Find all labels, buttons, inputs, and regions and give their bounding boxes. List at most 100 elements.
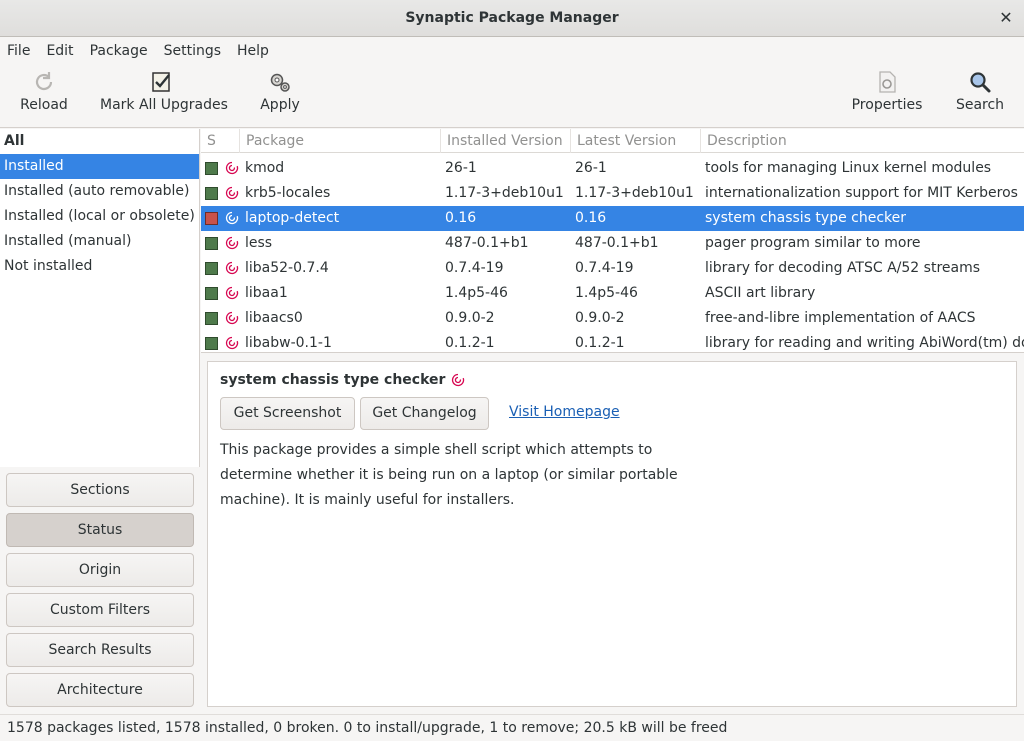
package-name: less [245, 235, 273, 251]
menu-package[interactable]: Package [90, 43, 148, 59]
installed-status-icon[interactable] [205, 287, 218, 300]
mark-all-upgrades-button[interactable]: Mark All Upgrades [100, 70, 228, 124]
latest-version: 0.7.4-19 [575, 260, 634, 276]
package-description: system chassis type checker [705, 210, 907, 226]
search-results-button[interactable]: Search Results [6, 633, 194, 667]
column-header-status[interactable]: S [201, 129, 240, 153]
table-row[interactable]: laptop-detect 0.16 0.16 system chassis type… [201, 206, 1024, 231]
debian-icon [225, 211, 239, 225]
package-name: laptop-detect [245, 210, 340, 226]
latest-version: 0.1.2-1 [575, 335, 625, 351]
filter-installed[interactable]: Installed [0, 154, 199, 179]
toolbar: Reload Mark All Upgrades Apply Propertie… [0, 64, 1024, 128]
debian-icon [225, 261, 239, 275]
latest-version: 26-1 [575, 160, 607, 176]
filter-installed-manual[interactable]: Installed (manual) [0, 229, 199, 254]
origin-button[interactable]: Origin [6, 553, 194, 587]
menu-settings[interactable]: Settings [164, 43, 221, 59]
package-name: libaacs0 [245, 310, 303, 326]
latest-version: 0.9.0-2 [575, 310, 625, 326]
architecture-button[interactable]: Architecture [6, 673, 194, 707]
menu-file[interactable]: File [7, 43, 30, 59]
package-table: kmod 26-1 26-1 tools for managing Linux ker… [201, 129, 1024, 353]
table-header: S Package Installed Version Latest Versi… [201, 129, 1024, 153]
installed-version: 26-1 [445, 160, 477, 176]
mark-all-upgrades-label: Mark All Upgrades [100, 97, 228, 113]
latest-version: 0.16 [575, 210, 607, 226]
document-properties-icon [879, 71, 896, 93]
installed-version: 0.7.4-19 [445, 260, 504, 276]
installed-status-icon[interactable] [205, 312, 218, 325]
package-name: krb5-locales [245, 185, 331, 201]
debian-icon [225, 186, 239, 200]
remove-status-icon[interactable] [205, 212, 218, 225]
table-row[interactable]: liba52-0.7.4 0.7.4-19 0.7.4-19 library for … [201, 256, 1024, 281]
properties-button[interactable]: Properties [850, 70, 924, 124]
column-header-installed-version[interactable]: Installed Version [441, 129, 571, 153]
close-icon[interactable]: ✕ [996, 8, 1016, 28]
status-bar: 1578 packages listed, 1578 installed, 0 … [0, 714, 1024, 741]
package-name: libabw-0.1-1 [245, 335, 332, 351]
package-description: pager program similar to more [705, 235, 921, 251]
package-description: ASCII art library [705, 285, 816, 301]
apply-button[interactable]: Apply [255, 70, 305, 124]
search-label: Search [955, 97, 1005, 113]
debian-icon [225, 236, 239, 250]
installed-status-icon[interactable] [205, 262, 218, 275]
column-header-latest-version[interactable]: Latest Version [571, 129, 701, 153]
get-changelog-button[interactable]: Get Changelog [360, 397, 489, 430]
filter-installed-local-or-obsolete[interactable]: Installed (local or obsolete) [0, 204, 199, 229]
sections-button[interactable]: Sections [6, 473, 194, 507]
details-title: system chassis type checker [220, 372, 446, 388]
package-name: liba52-0.7.4 [245, 260, 329, 276]
debian-icon [225, 336, 239, 350]
latest-version: 487-0.1+b1 [575, 235, 659, 251]
installed-version: 1.4p5-46 [445, 285, 508, 301]
installed-version: 487-0.1+b1 [445, 235, 529, 251]
installed-status-icon[interactable] [205, 187, 218, 200]
package-description: library for decoding ATSC A/52 streams [705, 260, 981, 276]
details-title-row: system chassis type checker [220, 372, 465, 388]
custom-filters-button[interactable]: Custom Filters [6, 593, 194, 627]
table-row[interactable]: libaa1 1.4p5-46 1.4p5-46 ASCII art library [201, 281, 1024, 306]
installed-version: 1.17-3+deb10u1 [445, 185, 564, 201]
reload-label: Reload [20, 97, 68, 113]
installed-status-icon[interactable] [205, 337, 218, 350]
column-header-description[interactable]: Description [701, 129, 1024, 153]
filter-installed-auto-removable[interactable]: Installed (auto removable) [0, 179, 199, 204]
filter-list: All Installed Installed (auto removable)… [0, 129, 200, 467]
search-button[interactable]: Search [953, 70, 1007, 124]
table-row[interactable]: kmod 26-1 26-1 tools for managing Linux ker… [201, 156, 1024, 181]
table-row[interactable]: libaacs0 0.9.0-2 0.9.0-2 free-and-libre imp… [201, 306, 1024, 331]
package-description: library for reading and writing AbiWord(… [705, 335, 1024, 351]
debian-icon [452, 373, 465, 387]
debian-icon [225, 311, 239, 325]
visit-homepage-link[interactable]: Visit Homepage [509, 404, 620, 420]
table-row[interactable]: krb5-locales 1.17-3+deb10u1 1.17-3+deb10u1… [201, 181, 1024, 206]
menu-help[interactable]: Help [237, 43, 269, 59]
column-header-package[interactable]: Package [240, 129, 441, 153]
installed-status-icon[interactable] [205, 237, 218, 250]
properties-label: Properties [851, 97, 923, 113]
filter-all[interactable]: All [0, 129, 199, 154]
package-name: libaa1 [245, 285, 288, 301]
installed-status-icon[interactable] [205, 162, 218, 175]
installed-version: 0.16 [445, 210, 477, 226]
get-screenshot-button[interactable]: Get Screenshot [220, 397, 355, 430]
reload-icon [35, 72, 53, 91]
table-row[interactable]: libabw-0.1-1 0.1.2-1 0.1.2-1 library for re… [201, 331, 1024, 352]
package-details: system chassis type checker Get Screensh… [207, 361, 1017, 707]
installed-version: 0.9.0-2 [445, 310, 495, 326]
status-button[interactable]: Status [6, 513, 194, 547]
table-row[interactable]: less 487-0.1+b1 487-0.1+b1 pager program si… [201, 231, 1024, 256]
package-description: tools for managing Linux kernel modules [705, 160, 992, 176]
filter-not-installed[interactable]: Not installed [0, 254, 199, 279]
debian-icon [225, 161, 239, 175]
latest-version: 1.4p5-46 [575, 285, 638, 301]
installed-version: 0.1.2-1 [445, 335, 495, 351]
menu-bar: File Edit Package Settings Help [0, 37, 1024, 64]
title-bar: Synaptic Package Manager ✕ [0, 0, 1024, 37]
menu-edit[interactable]: Edit [46, 43, 73, 59]
gears-icon [270, 73, 290, 92]
reload-button[interactable]: Reload [14, 70, 74, 124]
